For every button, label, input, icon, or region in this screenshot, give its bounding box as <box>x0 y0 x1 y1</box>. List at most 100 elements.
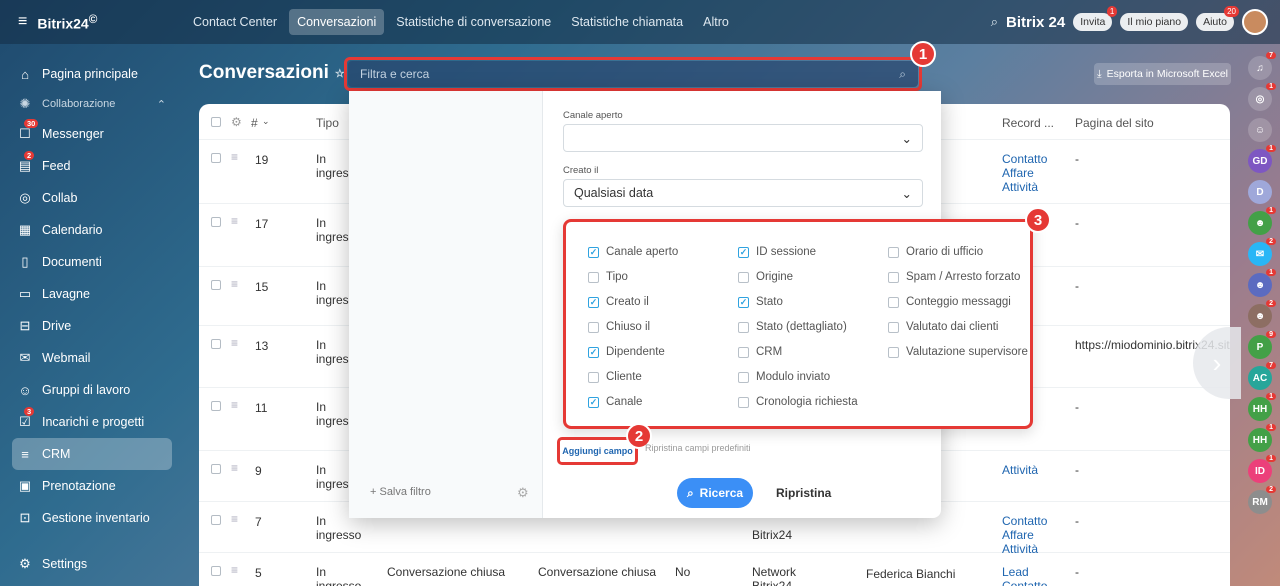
search-button[interactable]: ⌕ Ricerca <box>677 478 753 508</box>
field-option[interactable]: ✓ Creato il <box>588 296 649 308</box>
pulse-icon[interactable]: ◎ 1 <box>1248 83 1276 111</box>
field-option[interactable]: ✓ Canale aperto <box>588 246 678 258</box>
field-checkbox[interactable] <box>738 371 749 383</box>
field-checkbox[interactable] <box>738 321 749 333</box>
field-checkbox[interactable]: ✓ <box>738 296 749 308</box>
chat-group-icon[interactable]: ✉ 2 <box>1248 238 1276 266</box>
group-avatar-icon[interactable]: ☻ 1 <box>1248 207 1276 235</box>
tab-3[interactable]: Statistiche chiamata <box>563 9 691 35</box>
row-checkbox[interactable] <box>211 566 221 576</box>
chat-avatar[interactable]: AC 7 <box>1248 362 1276 390</box>
field-option[interactable]: Stato (dettagliato) <box>738 321 847 333</box>
brand[interactable]: ≡ Bitrix24© <box>0 13 185 32</box>
menu-icon[interactable]: ≡ <box>18 13 27 31</box>
drag-handle-icon[interactable]: ≡ <box>231 512 238 526</box>
record-link[interactable]: Contatto <box>1002 152 1047 166</box>
my-plan-button[interactable]: Il mio piano <box>1120 13 1189 31</box>
gear-icon[interactable]: ⚙ <box>231 115 242 129</box>
tab-4[interactable]: Altro <box>695 9 737 35</box>
row-checkbox[interactable] <box>211 153 221 163</box>
field-checkbox[interactable]: ✓ <box>588 346 599 358</box>
bell-icon[interactable]: ♫ 7 <box>1248 52 1276 80</box>
drag-handle-icon[interactable]: ≡ <box>231 150 238 164</box>
drag-handle-icon[interactable]: ≡ <box>231 277 238 291</box>
sidebar-item-10[interactable]: ☺ Gruppi di lavoro <box>0 374 184 406</box>
field-option[interactable]: Cronologia richiesta <box>738 396 858 408</box>
chat-avatar[interactable]: ID 1 <box>1248 455 1276 483</box>
chat-avatar[interactable]: GD 1 <box>1248 145 1276 173</box>
chat-avatar[interactable]: HH 1 <box>1248 424 1276 452</box>
sidebar-item-8[interactable]: ⊟ Drive <box>0 310 184 342</box>
col-site-header[interactable]: Pagina del sito <box>1075 116 1154 130</box>
chat-avatar[interactable]: P9 <box>1248 331 1276 359</box>
field-option[interactable]: Valutazione supervisore <box>888 346 1028 358</box>
export-excel-button[interactable]: ⤓ Esporta in Microsoft Excel <box>1094 63 1231 85</box>
chevron-down-icon[interactable]: ⌄ <box>262 116 270 127</box>
field-checkbox[interactable] <box>738 271 749 283</box>
drag-handle-icon[interactable]: ≡ <box>231 398 238 412</box>
drag-handle-icon[interactable]: ≡ <box>231 336 238 350</box>
record-link[interactable]: Attività <box>1002 180 1038 194</box>
field-option[interactable]: Spam / Arresto forzato <box>888 271 1020 283</box>
row-checkbox[interactable] <box>211 280 221 290</box>
field-option[interactable]: Conteggio messaggi <box>888 296 1011 308</box>
field-option[interactable]: Valutato dai clienti <box>888 321 998 333</box>
record-link[interactable]: Contatto <box>1002 579 1047 586</box>
help-button[interactable]: Aiuto 20 <box>1196 6 1239 31</box>
record-link[interactable]: Contatto <box>1002 514 1047 528</box>
field-checkbox[interactable] <box>588 321 599 333</box>
chat-avatar[interactable]: RM 2 <box>1248 486 1276 514</box>
sidebar-item-12[interactable]: ≡ CRM <box>12 438 172 470</box>
reset-fields-link[interactable]: Ripristina campi predefiniti <box>645 443 751 453</box>
tab-1[interactable]: Conversazioni <box>289 9 385 35</box>
col-id-header[interactable]: # <box>251 116 258 130</box>
save-filter-button[interactable]: + Salva filtro <box>370 486 431 498</box>
chevron-up-icon[interactable]: ⌃ <box>157 98 166 111</box>
field-option[interactable]: Modulo inviato <box>738 371 830 383</box>
record-link[interactable]: Attività <box>1002 463 1038 477</box>
sidebar-item-7[interactable]: ▭ Lavagne <box>0 278 184 310</box>
filter-settings-gear-icon[interactable]: ⚙ <box>517 485 529 501</box>
sidebar-item-0[interactable]: ⌂ Pagina principale <box>0 58 184 90</box>
user-avatar[interactable] <box>1242 9 1268 35</box>
chat-avatar[interactable]: D <box>1248 180 1272 204</box>
field-checkbox[interactable]: ✓ <box>588 396 599 408</box>
row-checkbox[interactable] <box>211 339 221 349</box>
sidebar-item-4[interactable]: ◎ Collab <box>0 182 184 214</box>
drag-handle-icon[interactable]: ≡ <box>231 563 238 577</box>
chat-avatar[interactable]: HH 1 <box>1248 393 1276 421</box>
sidebar-item-11[interactable]: ☑ 3 Incarichi e progetti <box>0 406 184 438</box>
field-option[interactable]: ✓ ID sessione <box>738 246 816 258</box>
search-icon[interactable]: ⌕ <box>991 14 998 30</box>
row-checkbox[interactable] <box>211 217 221 227</box>
chat-bubble-icon[interactable]: ☺ <box>1248 118 1272 142</box>
field-checkbox[interactable] <box>588 371 599 383</box>
field-option[interactable]: ✓ Canale <box>588 396 642 408</box>
drag-handle-icon[interactable]: ≡ <box>231 461 238 475</box>
sidebar-item-5[interactable]: ▦ Calendario <box>0 214 184 246</box>
record-link[interactable]: Affare <box>1002 166 1034 180</box>
record-link[interactable]: Lead <box>1002 565 1029 579</box>
field-checkbox[interactable]: ✓ <box>738 246 749 258</box>
tab-0[interactable]: Contact Center <box>185 9 285 35</box>
field-checkbox[interactable] <box>888 246 899 258</box>
team-icon[interactable]: ☻ 1 <box>1248 269 1276 297</box>
sidebar-item-15[interactable]: ⚙ Settings <box>0 548 184 580</box>
sidebar-item-9[interactable]: ✉ Webmail <box>0 342 184 374</box>
sidebar-item-6[interactable]: ▯ Documenti <box>0 246 184 278</box>
created-select[interactable]: Qualsiasi data ⌄ <box>563 179 923 207</box>
field-checkbox[interactable]: ✓ <box>588 246 599 258</box>
field-checkbox[interactable] <box>738 396 749 408</box>
sidebar-item-2[interactable]: ☐ 30 Messenger <box>0 118 184 150</box>
photo-avatar-icon[interactable]: ☻ 2 <box>1248 300 1276 328</box>
field-option[interactable]: Origine <box>738 271 793 283</box>
sidebar-item-13[interactable]: ▣ Prenotazione <box>0 470 184 502</box>
record-link[interactable]: Affare <box>1002 528 1034 542</box>
field-checkbox[interactable] <box>888 296 899 308</box>
field-checkbox[interactable] <box>888 321 899 333</box>
field-option[interactable]: Cliente <box>588 371 642 383</box>
sidebar-item-3[interactable]: ▤ 2 Feed <box>0 150 184 182</box>
field-checkbox[interactable] <box>888 271 899 283</box>
table-row[interactable]: ≡ 5 In ingresso Conversazione chiusa Convers… <box>199 553 1230 586</box>
field-checkbox[interactable] <box>738 346 749 358</box>
